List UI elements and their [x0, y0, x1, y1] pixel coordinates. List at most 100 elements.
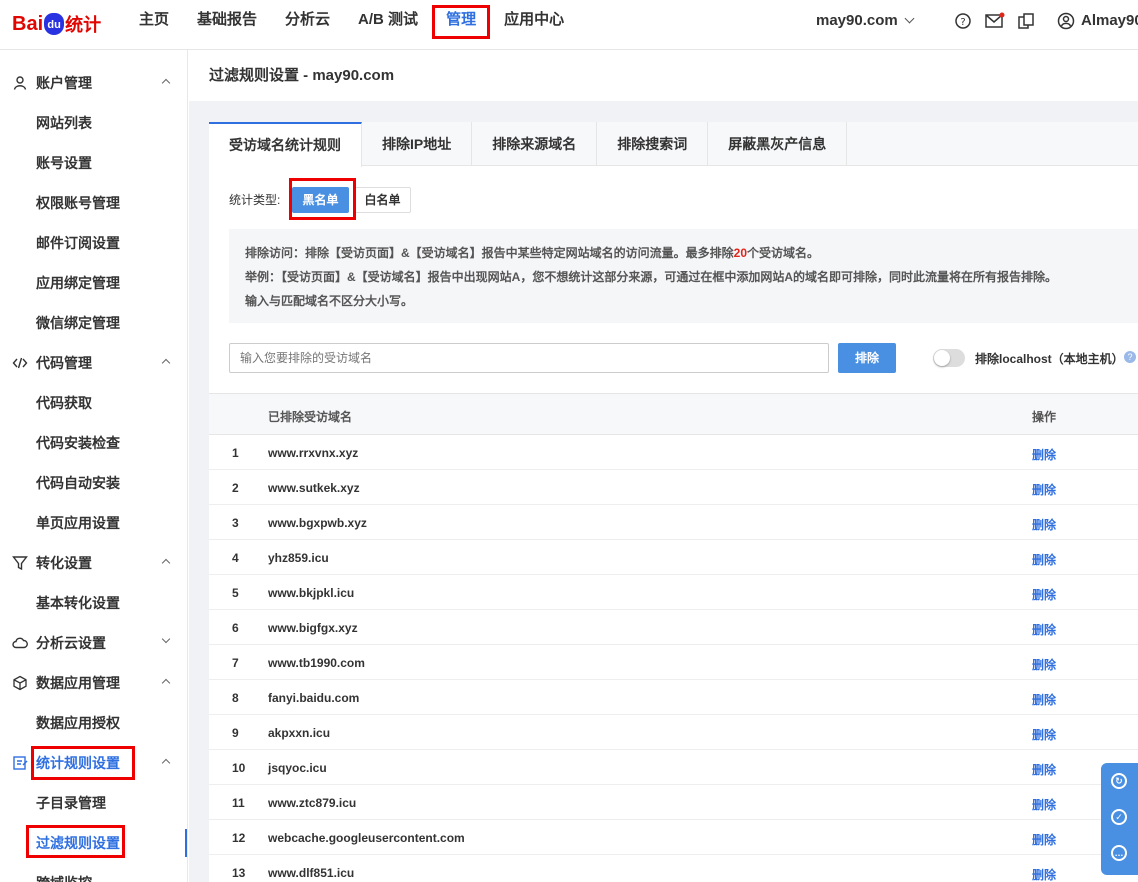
delete-link[interactable]: 删除: [1032, 831, 1056, 848]
tab-0[interactable]: 受访域名统计规则: [209, 122, 362, 167]
row-number: 1: [232, 446, 239, 460]
row-number: 11: [232, 796, 245, 810]
localhost-toggle[interactable]: [933, 349, 965, 367]
cube-icon: [12, 675, 28, 691]
sidebar-item-1-0[interactable]: 代码获取: [0, 383, 187, 423]
nav-item-4[interactable]: 管理: [432, 0, 490, 40]
sidebar-group-0[interactable]: 账户管理: [0, 63, 187, 103]
domain-selector[interactable]: may90.com: [816, 12, 915, 29]
table-row: 1 www.rrxvnx.xyz 删除: [209, 435, 1138, 470]
chevron-down-icon: [904, 13, 915, 24]
sidebar-item-1-2[interactable]: 代码自动安装: [0, 463, 187, 503]
exclude-domain-input[interactable]: [229, 343, 829, 373]
chat-icon[interactable]: …: [1111, 845, 1127, 861]
row-domain: www.bkjpkl.icu: [268, 586, 355, 600]
sidebar-item-1-3[interactable]: 单页应用设置: [0, 503, 187, 543]
tab-2[interactable]: 排除来源域名: [472, 122, 598, 166]
delete-link[interactable]: 删除: [1032, 691, 1056, 708]
sidebar-group-2[interactable]: 转化设置: [0, 543, 187, 583]
mail-icon[interactable]: [985, 12, 1005, 30]
sidebar-item-2-0[interactable]: 基本转化设置: [0, 583, 187, 623]
user-avatar-icon[interactable]: [1057, 12, 1075, 30]
table-header: 已排除受访域名 操作: [209, 393, 1138, 435]
chevron-up-icon: [161, 758, 171, 768]
chevron-down-icon: [161, 634, 171, 644]
delete-link[interactable]: 删除: [1032, 516, 1056, 533]
delete-link[interactable]: 删除: [1032, 586, 1056, 603]
sidebar-group-label: 统计规则设置: [36, 755, 120, 771]
delete-link[interactable]: 删除: [1032, 621, 1056, 638]
question-icon[interactable]: ?: [1124, 351, 1136, 363]
whitelist-button[interactable]: 白名单: [354, 187, 411, 213]
baidu-tongji-logo[interactable]: Bai du 统计: [12, 8, 101, 40]
sidebar-item-5-2[interactable]: 跨域监控: [0, 863, 187, 882]
row-domain: www.ztc879.icu: [268, 796, 357, 810]
sidebar-item-0-3[interactable]: 邮件订阅设置: [0, 223, 187, 263]
sidebar-item-0-0[interactable]: 网站列表: [0, 103, 187, 143]
sidebar-item-5-0[interactable]: 子目录管理: [0, 783, 187, 823]
sidebar-item-0-5[interactable]: 微信绑定管理: [0, 303, 187, 343]
tab-1[interactable]: 排除IP地址: [362, 122, 473, 166]
table-row: 11 www.ztc879.icu 删除: [209, 785, 1138, 820]
tab-4[interactable]: 屏蔽黑灰产信息: [708, 122, 848, 166]
compass-icon[interactable]: ✓: [1111, 809, 1127, 825]
delete-link[interactable]: 删除: [1032, 761, 1056, 778]
table-row: 13 www.dlf851.icu 删除: [209, 855, 1138, 882]
refresh-icon[interactable]: ↻: [1111, 773, 1127, 789]
col-action-header: 操作: [1032, 410, 1057, 424]
help-icon[interactable]: ?: [954, 12, 972, 30]
nav-item-1[interactable]: 基础报告: [183, 0, 271, 40]
delete-link[interactable]: 删除: [1032, 796, 1056, 813]
exclude-button[interactable]: 排除: [838, 343, 896, 373]
code-icon: [12, 355, 28, 371]
sidebar-item-1-1[interactable]: 代码安装检查: [0, 423, 187, 463]
sidebar: 账户管理网站列表 账号设置 权限账号管理 邮件订阅设置 应用绑定管理 微信绑定管理 代码管理…: [0, 50, 188, 882]
sidebar-group-label: 分析云设置: [36, 635, 106, 651]
delete-link[interactable]: 删除: [1032, 551, 1056, 568]
table-row: 12 webcache.googleusercontent.com 删除: [209, 820, 1138, 855]
max-count: 20: [733, 246, 748, 260]
sidebar-item-0-4[interactable]: 应用绑定管理: [0, 263, 187, 303]
rule-tabs: 受访域名统计规则 排除IP地址 排除来源域名 排除搜索词 屏蔽黑灰产信息: [209, 122, 1138, 167]
tab-3[interactable]: 排除搜索词: [597, 122, 709, 166]
nav-item-2[interactable]: 分析云: [271, 0, 344, 40]
nav-item-0[interactable]: 主页: [125, 0, 183, 40]
sidebar-group-5[interactable]: 统计规则设置: [0, 743, 187, 783]
sidebar-item-0-1[interactable]: 账号设置: [0, 143, 187, 183]
delete-link[interactable]: 删除: [1032, 481, 1056, 498]
logo-tongji-text: 统计: [65, 15, 102, 35]
sidebar-item-0-2[interactable]: 权限账号管理: [0, 183, 187, 223]
sidebar-group-3[interactable]: 分析云设置: [0, 623, 187, 663]
row-domain: www.sutkek.xyz: [268, 481, 360, 495]
row-domain: www.bgxpwb.xyz: [268, 516, 367, 530]
sidebar-item-5-1[interactable]: 过滤规则设置: [0, 823, 187, 863]
sidebar-group-4[interactable]: 数据应用管理: [0, 663, 187, 703]
user-name[interactable]: Almay90: [1081, 12, 1138, 29]
row-domain: www.rrxvnx.xyz: [268, 446, 359, 460]
row-domain: akpxxn.icu: [268, 726, 331, 740]
blacklist-button[interactable]: 黑名单: [292, 187, 349, 213]
domain-label: may90.com: [816, 12, 898, 29]
delete-link[interactable]: 删除: [1032, 866, 1056, 882]
delete-link[interactable]: 删除: [1032, 656, 1056, 673]
delete-link[interactable]: 删除: [1032, 446, 1056, 463]
row-domain: jsqyoc.icu: [268, 761, 327, 775]
nav-item-5[interactable]: 应用中心: [490, 0, 578, 40]
sidebar-group-label: 账户管理: [36, 75, 92, 91]
sidebar-group-1[interactable]: 代码管理: [0, 343, 187, 383]
info-panel: 排除访问：排除【受访页面】&【受访域名】报告中某些特定网站域名的访问流量。最多排…: [229, 229, 1138, 323]
row-number: 6: [232, 621, 239, 635]
floating-toolbar: ↻ ✓ …: [1101, 763, 1138, 875]
rules-icon: [12, 755, 28, 771]
nav-item-3[interactable]: A/B 测试: [344, 0, 432, 40]
row-domain: www.tb1990.com: [268, 656, 365, 670]
page-title: 过滤规则设置 - may90.com: [189, 50, 1138, 101]
delete-link[interactable]: 删除: [1032, 726, 1056, 743]
copy-icon[interactable]: [1017, 12, 1035, 30]
user-icon: [12, 75, 28, 91]
table-row: 4 yhz859.icu 删除: [209, 540, 1138, 575]
row-number: 4: [232, 551, 239, 565]
row-number: 9: [232, 726, 239, 740]
sidebar-item-4-0[interactable]: 数据应用授权: [0, 703, 187, 743]
row-domain: www.bigfgx.xyz: [268, 621, 358, 635]
